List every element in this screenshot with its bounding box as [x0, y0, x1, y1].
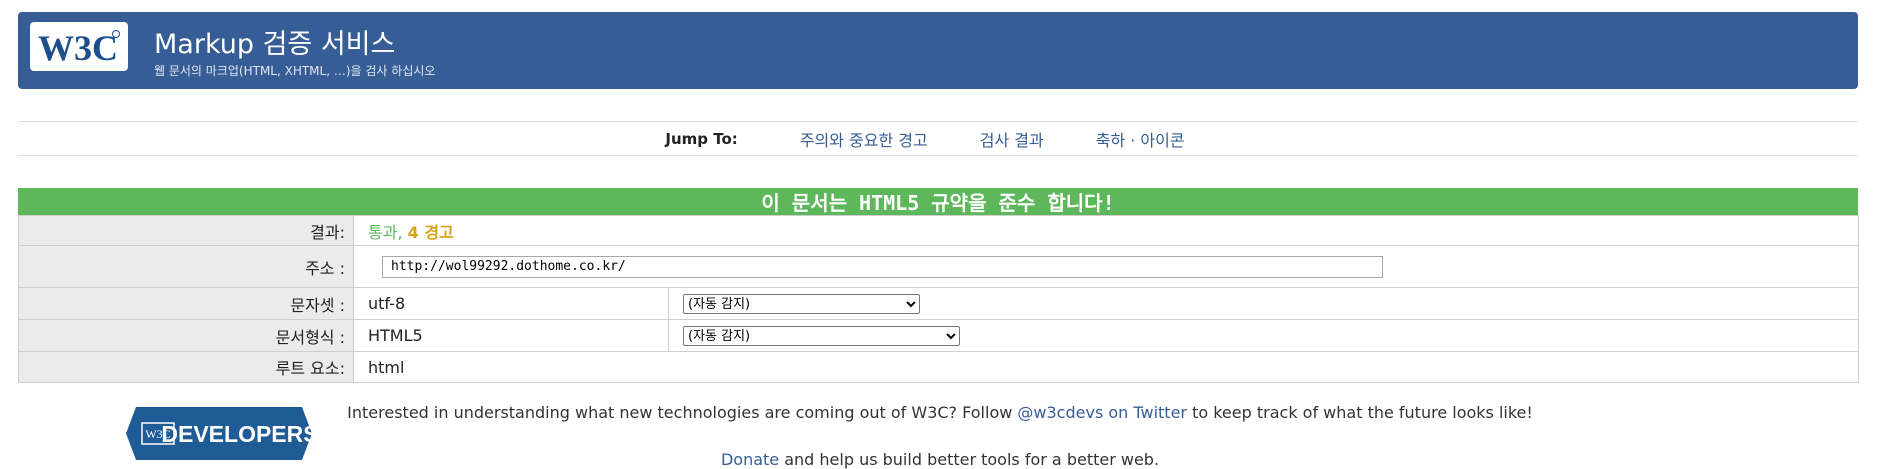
root-value: html — [353, 351, 1859, 383]
footer-twitter-note: Interested in understanding what new tec… — [0, 403, 1880, 422]
status-pass: 통과, — [368, 222, 403, 242]
uri-input[interactable] — [382, 255, 1383, 278]
jump-link-congrats[interactable]: 축하 · 아이콘 — [1096, 127, 1185, 151]
svg-text:DEVELOPERS: DEVELOPERS — [161, 421, 312, 447]
header-banner: W3C Markup 검증 서비스 웹 문서의 마크업(HTML, XHTML,… — [18, 12, 1858, 89]
w3c-logo[interactable]: W3C — [30, 22, 128, 71]
doctype-select-cell: (자동 감지) — [668, 319, 1859, 352]
charset-select-cell: (자동 감지) — [668, 287, 1859, 320]
root-label: 루트 요소: — [18, 351, 354, 383]
doctype-row: 문서형식 : HTML5 (자동 감지) — [18, 319, 1859, 352]
result-banner: 이 문서는 HTML5 규약을 준수 합니다! — [18, 188, 1858, 215]
doctype-label: 문서형식 : — [18, 319, 354, 352]
footer-text-after: to keep track of what the future looks l… — [1187, 403, 1533, 422]
jump-label: Jump To: — [665, 129, 738, 148]
twitter-link[interactable]: @w3cdevs on Twitter — [1017, 403, 1187, 422]
result-label: 결과: — [18, 215, 354, 246]
charset-label: 문자셋 : — [18, 287, 354, 320]
w3c-logo-icon: W3C — [38, 28, 120, 68]
charset-value: utf-8 — [353, 287, 669, 320]
status-warning-count[interactable]: 4 경고 — [408, 223, 454, 242]
page-subtitle: 웹 문서의 마크업(HTML, XHTML, …)을 검사 하십시오 — [154, 64, 436, 78]
uri-label: 주소 : — [18, 245, 354, 288]
results-table: 결과: 통과, 4 경고 주소 : 문자셋 : utf-8 (자동 감지) 문서… — [18, 215, 1859, 383]
page-title: Markup 검증 서비스 — [154, 29, 396, 60]
svg-text:W3C: W3C — [38, 28, 118, 68]
root-row: 루트 요소: html — [18, 351, 1859, 383]
doctype-select[interactable]: (자동 감지) — [683, 326, 960, 347]
result-row: 결과: 통과, 4 경고 — [18, 215, 1859, 246]
jump-link-warnings[interactable]: 주의와 중요한 경고 — [800, 127, 928, 151]
jump-link-results[interactable]: 검사 결과 — [980, 127, 1044, 151]
charset-select[interactable]: (자동 감지) — [683, 294, 920, 315]
footer-text: Interested in understanding what new tec… — [347, 403, 1018, 422]
charset-row: 문자셋 : utf-8 (자동 감지) — [18, 287, 1859, 320]
jump-nav: Jump To: 주의와 중요한 경고 검사 결과 축하 · 아이콘 — [18, 121, 1858, 156]
uri-cell — [353, 245, 1859, 288]
result-value: 통과, 4 경고 — [353, 215, 1859, 246]
uri-row: 주소 : — [18, 245, 1859, 288]
doctype-value: HTML5 — [353, 319, 669, 352]
